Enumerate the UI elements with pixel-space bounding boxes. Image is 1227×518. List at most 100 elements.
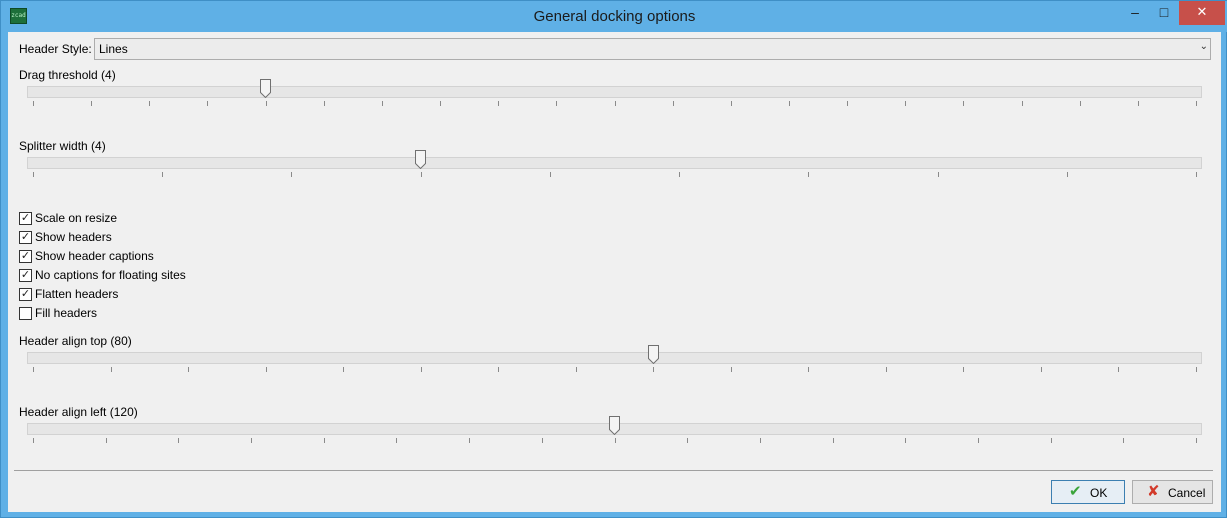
slider-tick (1050, 438, 1052, 443)
close-button[interactable]: ✕ (1179, 1, 1225, 25)
slider-tick (963, 101, 965, 106)
slider-tick (381, 101, 383, 106)
checkbox[interactable]: ✓ (19, 231, 32, 244)
header-style-select[interactable]: Lines ⌄ (94, 38, 1211, 60)
checkbox-label: Scale on resize (35, 211, 118, 225)
slider-tick (33, 172, 34, 177)
slider-tick (687, 438, 689, 443)
slider-tick (1118, 367, 1120, 372)
slider-tick (614, 101, 616, 106)
slider-tick (1066, 172, 1068, 177)
header-align-left-slider[interactable] (27, 416, 1202, 451)
slider-tick (323, 101, 325, 106)
slider-tick (498, 367, 500, 372)
header-align-top-label: Header align top (80) (19, 334, 132, 348)
slider-tick (91, 101, 93, 106)
checkbox[interactable]: ✓ (19, 250, 32, 263)
dialog-window: zcad General docking options – □ ✕ Heade… (0, 0, 1227, 518)
checkbox-label: Flatten headers (35, 287, 119, 301)
slider-tick (323, 438, 325, 443)
slider-tick (110, 367, 112, 372)
slider-tick (1137, 101, 1139, 106)
checkbox[interactable]: ✓ (19, 212, 32, 225)
header-align-top-slider[interactable] (27, 345, 1202, 380)
checkbox-label: Fill headers (35, 306, 98, 320)
slider-tick (188, 367, 190, 372)
slider-thumb[interactable] (415, 150, 427, 169)
header-style-label: Header Style: (19, 42, 92, 56)
slider-tick (1040, 367, 1042, 372)
cancel-button-label: Cancel (1168, 486, 1206, 500)
slider-tick (556, 101, 558, 106)
slider-tick (885, 367, 887, 372)
slider-tick (440, 101, 442, 106)
slider-tick (614, 438, 616, 443)
slider-tick (679, 172, 681, 177)
maximize-button[interactable]: □ (1150, 1, 1178, 25)
slider-tick (977, 438, 979, 443)
slider-tick (575, 367, 577, 372)
slider-tick (33, 101, 34, 106)
slider-tick (498, 101, 500, 106)
slider-tick (937, 172, 939, 177)
separator (14, 470, 1213, 471)
minimize-button[interactable]: – (1121, 1, 1149, 25)
slider-tick (549, 172, 551, 177)
slider-tick (178, 438, 180, 443)
splitter-width-slider[interactable] (27, 150, 1202, 185)
slider-tick (291, 172, 293, 177)
chevron-down-icon: ⌄ (1199, 41, 1208, 52)
checkbox[interactable]: ✓ (19, 288, 32, 301)
slider-tick (265, 367, 267, 372)
checkbox[interactable]: ✓ (19, 269, 32, 282)
slider-tick (759, 438, 761, 443)
checkbox-label: Show header captions (35, 249, 154, 263)
slider-tick (149, 101, 151, 106)
slider-tick (847, 101, 849, 106)
slider-tick (420, 367, 422, 372)
slider-tick (905, 101, 907, 106)
slider-tick (1123, 438, 1125, 443)
slider-tick (808, 172, 810, 177)
slider-tick (963, 367, 965, 372)
slider-tick (396, 438, 398, 443)
slider-tick (1196, 438, 1197, 443)
slider-tick (105, 438, 107, 443)
slider-tick (420, 172, 422, 177)
title-bar[interactable]: zcad General docking options – □ ✕ (1, 1, 1227, 32)
header-style-value: Lines (99, 42, 128, 56)
slider-tick (1079, 101, 1081, 106)
slider-track (27, 86, 1202, 98)
slider-tick (788, 101, 790, 106)
slider-tick (1196, 172, 1197, 177)
slider-thumb[interactable] (260, 79, 272, 98)
slider-tick (808, 367, 810, 372)
slider-tick (1021, 101, 1023, 106)
slider-tick (207, 101, 209, 106)
slider-thumb[interactable] (647, 345, 659, 364)
slider-tick (33, 367, 34, 372)
slider-tick (33, 438, 34, 443)
slider-tick (653, 367, 655, 372)
ok-button-label: OK (1090, 486, 1108, 500)
slider-tick (162, 172, 164, 177)
slider-tick (265, 101, 267, 106)
slider-tick (1196, 367, 1197, 372)
slider-tick (251, 438, 253, 443)
slider-tick (469, 438, 471, 443)
checkbox-label: Show headers (35, 230, 112, 244)
checkbox-label: No captions for floating sites (35, 268, 186, 282)
slider-tick (541, 438, 543, 443)
window-title: General docking options (533, 8, 696, 25)
slider-thumb[interactable] (609, 416, 620, 435)
ok-button[interactable]: ✔ OK (1051, 480, 1125, 504)
checkmark-icon: ✔ (1069, 483, 1082, 500)
splitter-width-label: Splitter width (4) (19, 139, 106, 153)
checkbox[interactable] (19, 307, 32, 320)
drag-threshold-slider[interactable] (27, 79, 1202, 114)
drag-threshold-label: Drag threshold (4) (19, 68, 116, 82)
cancel-button[interactable]: ✘ Cancel (1132, 480, 1213, 504)
slider-tick (730, 101, 732, 106)
slider-track (27, 352, 1202, 364)
slider-track (27, 157, 1202, 169)
